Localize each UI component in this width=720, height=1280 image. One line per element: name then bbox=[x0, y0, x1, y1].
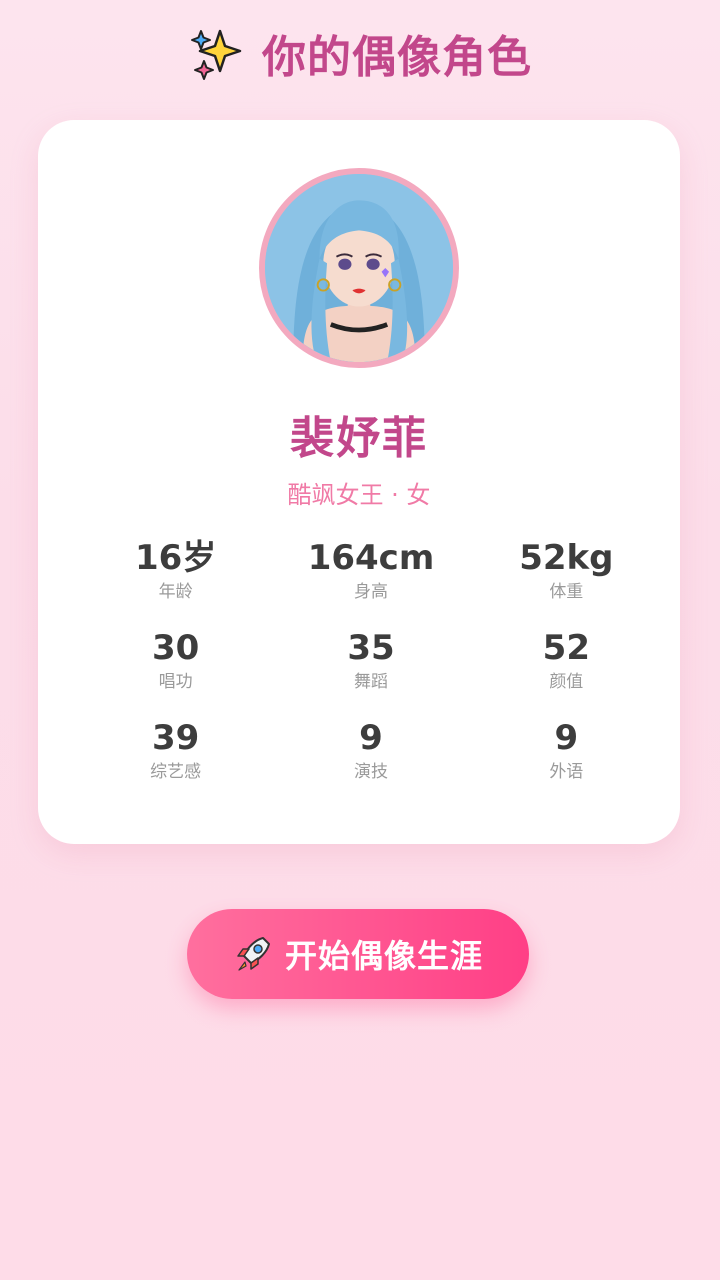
stat-label: 身高 bbox=[353, 582, 388, 602]
character-subtitle: 酷飒女王 · 女 bbox=[287, 481, 431, 509]
stat-label: 演技 bbox=[353, 762, 388, 782]
stat-dance: 35 舞蹈 bbox=[273, 625, 468, 693]
stat-label: 综艺感 bbox=[150, 762, 202, 782]
stat-value: 35 bbox=[347, 628, 395, 668]
page-header: 你的偶像角色 bbox=[0, 22, 720, 84]
stat-singing: 30 唱功 bbox=[78, 625, 273, 693]
rocket-icon bbox=[237, 937, 270, 971]
stat-value: 39 bbox=[152, 718, 200, 758]
stat-label: 唱功 bbox=[158, 672, 193, 692]
stat-value: 30 bbox=[152, 628, 200, 668]
stat-value: 16岁 bbox=[135, 538, 217, 578]
stat-looks: 52 颜值 bbox=[469, 625, 664, 693]
character-card: 裴妤菲 酷飒女王 · 女 16岁 年龄 164cm 身高 52kg 体重 30 … bbox=[38, 120, 680, 844]
stat-language: 9 外语 bbox=[469, 715, 664, 783]
stat-value: 52kg bbox=[519, 538, 614, 578]
stat-label: 颜值 bbox=[549, 672, 584, 692]
stat-value: 164cm bbox=[307, 538, 435, 578]
character-portrait-image bbox=[265, 174, 453, 362]
stat-age: 16岁 年龄 bbox=[78, 535, 273, 603]
stat-variety: 39 综艺感 bbox=[78, 715, 273, 783]
stat-value: 9 bbox=[359, 718, 383, 758]
character-avatar bbox=[259, 168, 459, 368]
stat-label: 体重 bbox=[549, 582, 584, 602]
stat-label: 外语 bbox=[549, 762, 584, 782]
stat-height: 164cm 身高 bbox=[273, 535, 468, 603]
stat-value: 52 bbox=[542, 628, 590, 668]
character-name: 裴妤菲 bbox=[290, 413, 428, 464]
stat-weight: 52kg 体重 bbox=[469, 535, 664, 603]
stat-acting: 9 演技 bbox=[273, 715, 468, 783]
start-career-button[interactable]: 开始偶像生涯 bbox=[187, 909, 529, 999]
stats-grid: 16岁 年龄 164cm 身高 52kg 体重 30 唱功 35 舞蹈 52 颜… bbox=[78, 535, 664, 783]
stat-label: 年龄 bbox=[158, 582, 193, 602]
page-title: 你的偶像角色 bbox=[262, 32, 532, 83]
sparkles-icon bbox=[191, 29, 242, 80]
stat-label: 舞蹈 bbox=[353, 672, 388, 692]
start-career-label: 开始偶像生涯 bbox=[284, 937, 483, 975]
stat-value: 9 bbox=[554, 718, 579, 758]
